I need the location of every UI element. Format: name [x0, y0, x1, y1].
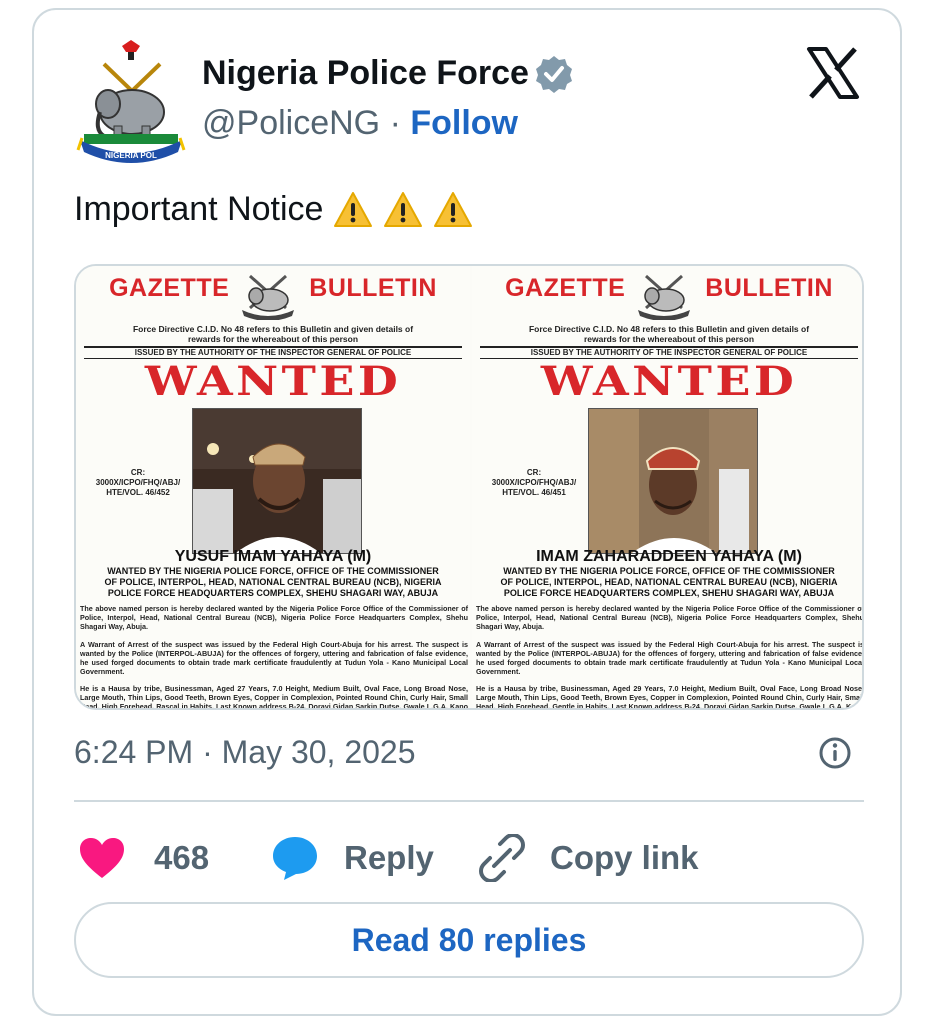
info-icon[interactable] — [818, 736, 852, 770]
directive-text: Force Directive C.I.D. No 48 refers to t… — [528, 324, 810, 344]
wanted-heading: WANTED — [540, 358, 798, 405]
police-crest-icon — [242, 274, 294, 320]
gazette-label: GAZETTE — [109, 274, 230, 302]
notice-paragraph: He is a Hausa by tribe, Businessman, Age… — [476, 684, 864, 710]
police-crest-icon[interactable]: NIGERIA POL — [74, 38, 188, 166]
case-reference: CR: 3000X/ICPO/FHQ/ABJ/ HTE/VOL. 46/452 — [95, 468, 181, 497]
notice-paragraph: The above named person is hereby declare… — [80, 604, 468, 631]
wanted-by-text: WANTED BY THE NIGERIA POLICE FORCE, OFFI… — [500, 566, 838, 598]
suspect-name: IMAM ZAHARADDEEN YAHAYA (M) — [536, 548, 802, 565]
reply-button[interactable]: Reply — [270, 828, 434, 888]
handle-separator: · — [389, 104, 401, 142]
verified-badge-icon — [534, 54, 574, 94]
handle-row: @PoliceNG · Follow — [202, 104, 518, 143]
reply-label: Reply — [344, 839, 434, 876]
directive-text: Force Directive C.I.D. No 48 refers to t… — [132, 324, 414, 344]
case-reference: CR: 3000X/ICPO/FHQ/ABJ/ HTE/VOL. 46/451 — [491, 468, 577, 497]
follow-link[interactable]: Follow — [410, 104, 518, 142]
gazette-label: GAZETTE — [505, 274, 626, 302]
warning-icon — [333, 191, 373, 229]
author-name[interactable]: Nigeria Police Force — [202, 54, 529, 93]
author-handle[interactable]: @PoliceNG — [202, 104, 380, 142]
warning-icon — [383, 191, 423, 229]
wanted-heading: WANTED — [144, 358, 402, 405]
tweet-text: Important Notice — [74, 190, 473, 229]
issued-by-text: ISSUED BY THE AUTHORITY OF THE INSPECTOR… — [134, 348, 412, 357]
heart-icon — [80, 838, 124, 878]
notice-paragraph: The above named person is hereby declare… — [476, 604, 864, 631]
x-logo-icon[interactable] — [806, 46, 860, 100]
tweet-body: Important Notice — [74, 190, 324, 228]
wanted-poster[interactable]: GAZETTE BULLETIN Force Directive C.I.D. … — [472, 266, 864, 710]
like-button[interactable]: 468 — [78, 828, 209, 888]
tweet-media[interactable]: GAZETTE BULLETIN Force Directive C.I.D. … — [74, 264, 864, 710]
suspect-photo — [588, 408, 758, 554]
notice-paragraph: A Warrant of Arrest of the suspect was i… — [80, 640, 468, 676]
like-count: 468 — [154, 839, 210, 876]
tweet-card: NIGERIA POL Nigeria Police Force @Police… — [32, 8, 902, 1016]
suspect-photo — [192, 408, 362, 554]
notice-paragraph: A Warrant of Arrest of the suspect was i… — [476, 640, 864, 676]
tweet-timestamp[interactable]: 6:24 PM · May 30, 2025 — [74, 734, 416, 771]
reply-bubble-icon — [273, 837, 317, 880]
copy-link-label: Copy link — [550, 839, 699, 876]
crest-banner-text: NIGERIA POL — [105, 151, 157, 160]
wanted-poster[interactable]: GAZETTE BULLETIN Force Directive C.I.D. … — [76, 266, 470, 710]
issued-by-text: ISSUED BY THE AUTHORITY OF THE INSPECTOR… — [530, 348, 808, 357]
copy-link-button[interactable]: Copy link — [478, 828, 699, 888]
link-icon — [479, 834, 525, 882]
divider — [74, 800, 864, 802]
read-replies-button[interactable]: Read 80 replies — [74, 902, 864, 978]
bulletin-label: BULLETIN — [309, 274, 437, 302]
wanted-by-text: WANTED BY THE NIGERIA POLICE FORCE, OFFI… — [104, 566, 442, 598]
police-crest-icon — [638, 274, 690, 320]
action-bar: 468 Reply Copy link — [74, 828, 864, 888]
notice-paragraph: He is a Hausa by tribe, Businessman, Age… — [80, 684, 468, 710]
suspect-name: YUSUF IMAM YAHAYA (M) — [174, 548, 372, 565]
bulletin-label: BULLETIN — [705, 274, 833, 302]
warning-icon — [433, 191, 473, 229]
